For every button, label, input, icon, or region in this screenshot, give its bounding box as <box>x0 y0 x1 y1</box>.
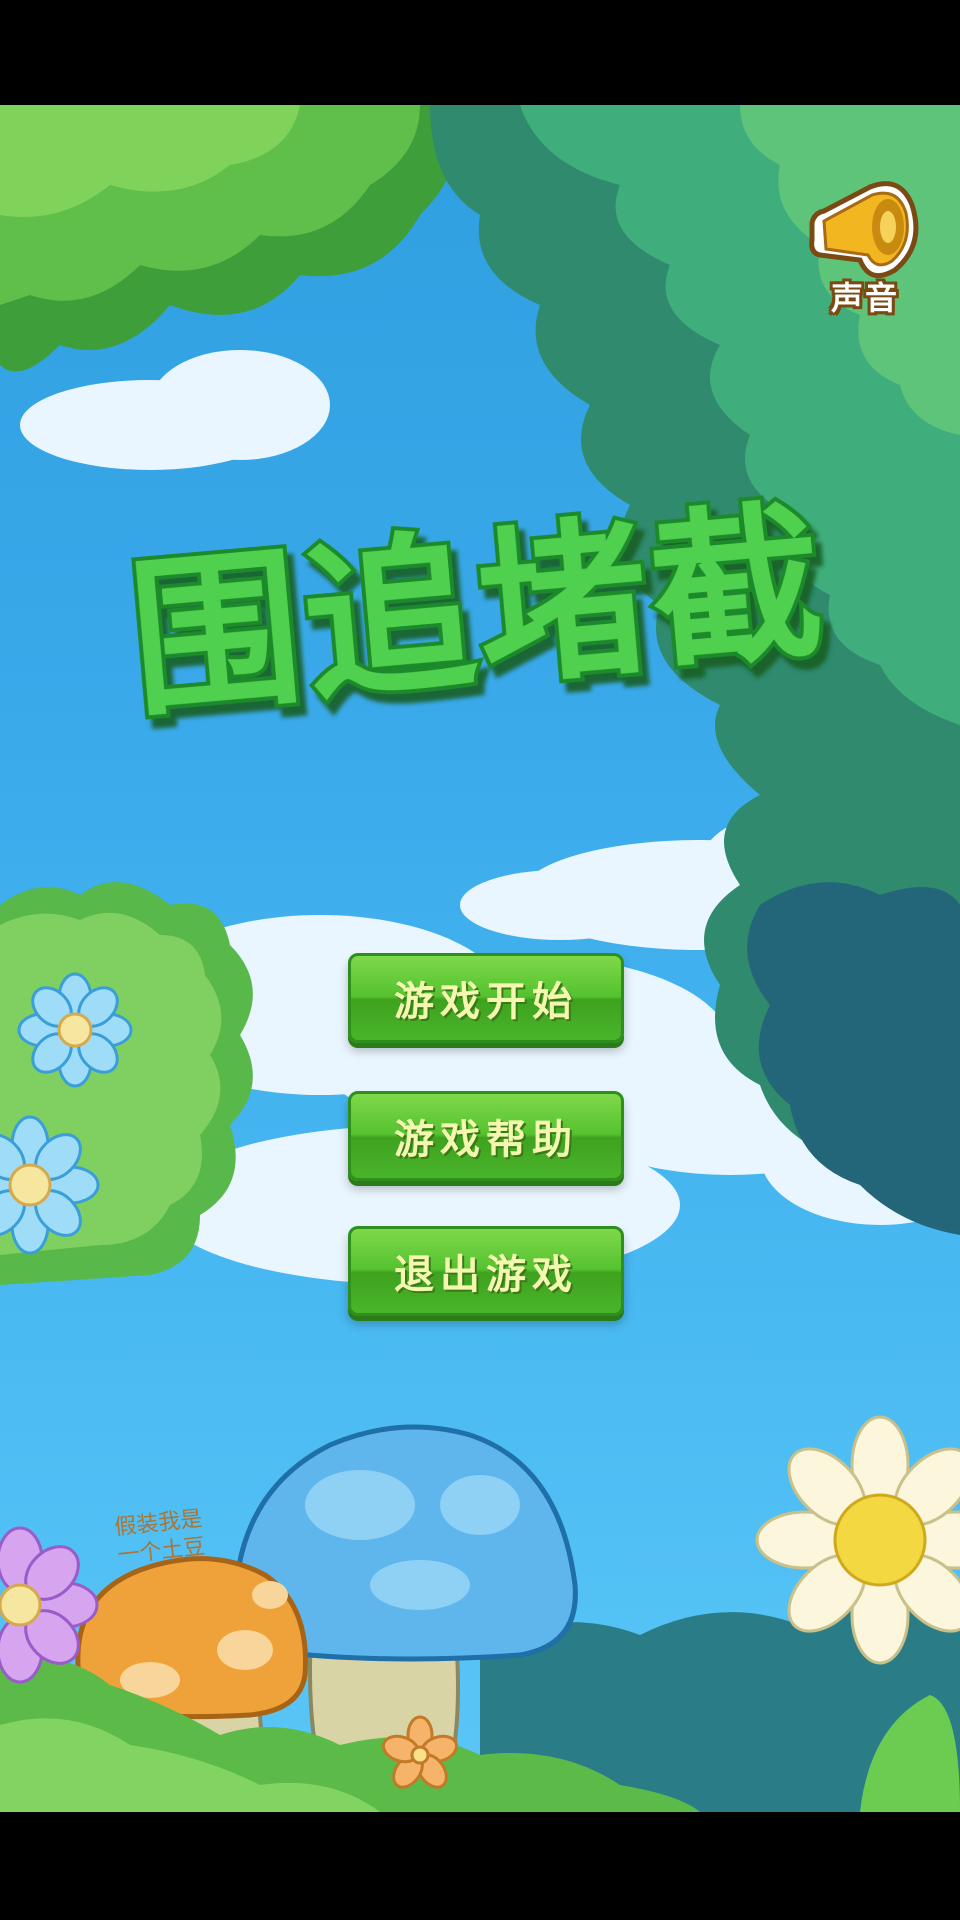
exit-game-label: 退出游戏 <box>394 1252 578 1298</box>
sound-toggle-button[interactable]: 声音 <box>800 175 930 325</box>
exit-game-button[interactable]: 退出游戏 <box>348 1226 624 1316</box>
game-title: 围追堵截 <box>123 483 834 741</box>
start-game-button[interactable]: 游戏开始 <box>348 953 624 1043</box>
sound-label: 声音 <box>830 279 899 317</box>
speaker-icon <box>809 181 919 279</box>
game-help-label: 游戏帮助 <box>394 1117 578 1163</box>
canopy-left <box>0 105 462 372</box>
game-title-logo: 围追堵截 <box>119 479 838 745</box>
game-screen: 声音 围追堵截 游戏开始 游戏帮助 退出游戏 假装我是 一个土豆 <box>0 105 960 1812</box>
flower-blue-1 <box>17 972 133 1088</box>
start-game-label: 游戏开始 <box>394 979 578 1025</box>
game-help-button[interactable]: 游戏帮助 <box>348 1091 624 1181</box>
